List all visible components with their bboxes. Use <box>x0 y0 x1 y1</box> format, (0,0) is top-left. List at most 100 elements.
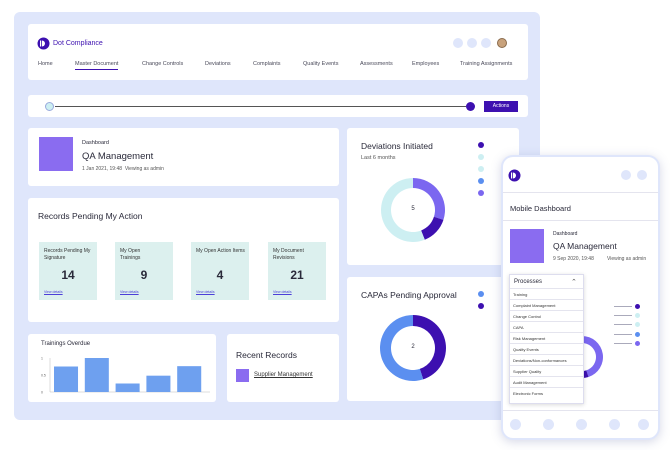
top-nav <box>28 24 528 80</box>
deviations-legend-dot <box>478 190 484 196</box>
avatar[interactable] <box>497 38 507 48</box>
mobile-bottom-divider <box>503 410 658 411</box>
process-item[interactable]: Audit Management <box>510 377 583 388</box>
mobile-legend-line <box>614 306 632 307</box>
tile-view-details-link[interactable]: View details <box>44 290 63 294</box>
nav-training-assignments[interactable]: Training Assignments <box>460 61 512 67</box>
tile-document-revisions[interactable]: My Document Revisions 21 View details <box>268 242 326 300</box>
bar <box>54 366 79 392</box>
mobile-header-circle-1[interactable] <box>621 170 631 180</box>
mobile-bottom-nav-1[interactable] <box>510 419 521 430</box>
recent-record-link[interactable]: Supplier Management <box>254 372 313 378</box>
app-name: Dot Compliance <box>53 40 103 47</box>
mobile-bottom-nav-2[interactable] <box>543 419 554 430</box>
bar <box>84 358 109 392</box>
recent-records-card <box>227 334 339 402</box>
progress-track <box>55 106 466 107</box>
header-circle-3[interactable] <box>481 38 491 48</box>
process-item[interactable]: CAPA <box>510 322 583 333</box>
capas-center-value: 2 <box>411 344 415 350</box>
capas-legend-dot <box>478 303 484 309</box>
header-subtitle: Dashboard <box>82 140 109 146</box>
progress-start-step[interactable] <box>45 102 54 111</box>
mobile-subtitle: Dashboard <box>553 231 578 237</box>
mobile-legend-dot <box>635 341 640 346</box>
mobile-legend-line <box>614 315 632 316</box>
records-pending-title: Records Pending My Action <box>38 211 143 221</box>
mobile-legend-line <box>614 334 632 335</box>
nav-complaints[interactable]: Complaints <box>253 61 281 67</box>
bar <box>146 375 171 392</box>
tile-value: 14 <box>61 268 75 282</box>
process-item[interactable]: Quality Events <box>510 344 583 355</box>
process-item[interactable]: Complaint Management <box>510 300 583 311</box>
nav-employees[interactable]: Employees <box>412 61 439 67</box>
tile-open-action-items[interactable]: My Open Action Items 4 View details <box>191 242 249 300</box>
nav-deviations[interactable]: Deviations <box>205 61 231 67</box>
tile-label: Records Pending My Signature <box>44 248 91 261</box>
header-circle-2[interactable] <box>467 38 477 48</box>
mobile-thumbnail <box>510 229 544 263</box>
mobile-logo[interactable] <box>508 169 521 182</box>
process-item[interactable]: Electronic Forms <box>510 388 583 399</box>
logo-icon <box>37 37 50 50</box>
nav-master-document[interactable]: Master Document <box>75 61 119 70</box>
recent-record-icon <box>236 369 249 382</box>
nav-change-controls[interactable]: Change Controls <box>142 61 183 67</box>
nav-assessments[interactable]: Assessments <box>360 61 393 67</box>
mobile-bottom-nav-3[interactable] <box>576 419 587 430</box>
y-tick-label: 1 <box>41 357 43 361</box>
nav-home[interactable]: Home <box>38 61 53 67</box>
tile-value: 9 <box>140 268 148 282</box>
trainings-bar-chart: 10.50 <box>41 357 210 395</box>
process-item[interactable]: Change Control <box>510 311 583 322</box>
mobile-bottom-nav-5[interactable] <box>638 419 649 430</box>
tile-label: My Open Action Items <box>196 248 245 254</box>
deviations-title: Deviations Initiated <box>361 141 433 151</box>
tile-pending-signature[interactable]: Records Pending My Signature 14 View det… <box>39 242 97 300</box>
deviations-subtitle: Last 6 months <box>361 155 396 161</box>
deviations-legend-dot <box>478 154 484 160</box>
y-tick-label: 0.5 <box>41 374 46 378</box>
chevron-up-icon: ⌃ <box>571 279 577 286</box>
processes-dropdown-header[interactable]: Processes ⌃ <box>510 275 583 289</box>
mobile-header-circle-2[interactable] <box>637 170 647 180</box>
process-item[interactable]: Deviations/Non-conformances <box>510 355 583 366</box>
page-title: QA Management <box>82 151 154 162</box>
recent-records-title: Recent Records <box>236 350 297 360</box>
mobile-divider <box>503 220 658 221</box>
mobile-divider <box>503 192 658 193</box>
app-logo[interactable] <box>37 37 50 50</box>
mobile-legend-line <box>614 324 632 325</box>
deviations-legend-dot <box>478 142 484 148</box>
process-item[interactable]: Risk Management <box>510 333 583 344</box>
tile-value: 4 <box>216 268 224 282</box>
tile-label: My Document Revisions <box>273 248 304 261</box>
mobile-legend-dot <box>635 304 640 309</box>
tile-view-details-link[interactable]: View details <box>273 290 292 294</box>
tile-view-details-link[interactable]: View details <box>120 290 139 294</box>
actions-button[interactable]: Actions <box>484 101 518 112</box>
deviations-legend-dot <box>478 178 484 184</box>
nav-quality-events[interactable]: Quality Events <box>303 61 338 67</box>
donut-slice <box>413 178 445 220</box>
mobile-legend-dot <box>635 322 640 327</box>
header-circle-1[interactable] <box>453 38 463 48</box>
bar <box>115 383 140 392</box>
tile-value: 21 <box>290 268 304 282</box>
donut-slice <box>421 216 444 240</box>
processes-dropdown[interactable]: Processes ⌃ Training Complaint Managemen… <box>509 274 584 404</box>
tile-view-details-link[interactable]: View details <box>196 290 215 294</box>
process-item[interactable]: Training <box>510 289 583 300</box>
mobile-legend-dot <box>635 313 640 318</box>
processes-title: Processes <box>514 279 543 285</box>
deviations-legend-dot <box>478 166 484 172</box>
progress-end-step[interactable] <box>466 102 475 111</box>
bar <box>177 366 202 392</box>
capas-title: CAPAs Pending Approval <box>361 290 457 300</box>
logo-icon <box>508 169 521 182</box>
process-item[interactable]: Supplier Quality <box>510 366 583 377</box>
tile-open-trainings[interactable]: My Open Trainings 9 View details <box>115 242 173 300</box>
header-card <box>28 128 339 186</box>
mobile-bottom-nav-4[interactable] <box>609 419 620 430</box>
